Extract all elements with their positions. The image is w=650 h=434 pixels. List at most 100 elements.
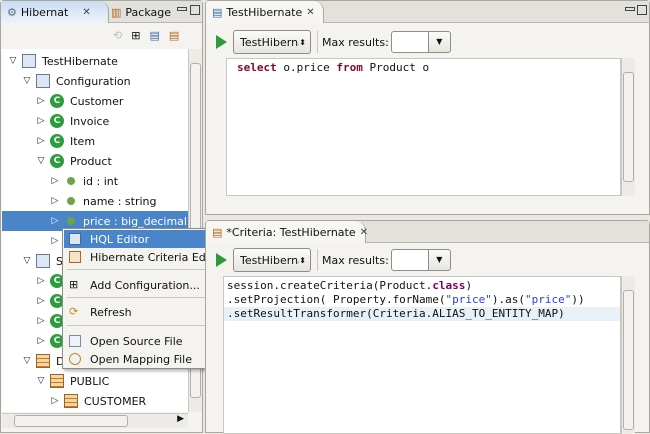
tree-item[interactable]: ▷ C Customer (2, 91, 188, 111)
collapsed-arrow-icon[interactable]: ▷ (50, 176, 60, 186)
hql-editor-panel: ▤ TestHibernate ✕ TestHibernate⬍ Max res… (205, 0, 650, 215)
tree-item-label: Configuration (56, 74, 131, 88)
tree-item[interactable]: ▽ PUBLIC (2, 371, 188, 391)
max-results-label: Max results: (322, 253, 389, 267)
menu-item-hql-editor[interactable]: HQL Editor (64, 230, 208, 248)
max-results-dropdown[interactable]: ▼ (428, 31, 451, 53)
mapping-file-icon (69, 353, 81, 365)
tree-item-label: name : string (83, 194, 157, 208)
collapsed-arrow-icon[interactable]: ▷ (50, 196, 60, 206)
collapsed-arrow-icon[interactable]: ▷ (50, 396, 60, 406)
tree-item[interactable]: ▷ C Item (2, 131, 188, 151)
menu-separator (67, 269, 205, 270)
tab-hql-editor[interactable]: ▤ TestHibernate ✕ (206, 1, 324, 23)
project-config-icon (22, 54, 36, 68)
scroll-right-arrow[interactable]: ▶ (177, 414, 184, 424)
criteria-vertical-scrollbar[interactable] (621, 276, 635, 434)
tree-item-label: price : big_decimal (83, 214, 187, 228)
close-icon[interactable]: ✕ (306, 7, 314, 18)
maximize-button[interactable] (637, 5, 647, 15)
view-tab-bar: ⚙ Hibernat ✕ ▥ Package (1, 1, 202, 23)
expanded-arrow-icon[interactable]: ▽ (36, 156, 46, 166)
code-line: session.createCriteria(Product.class) (227, 279, 473, 292)
criteria-editor-icon[interactable]: ▤ (169, 29, 179, 42)
criteria-editor-icon (69, 251, 81, 263)
spinner-icon: ⬍ (299, 37, 306, 47)
expanded-arrow-icon[interactable]: ▽ (22, 76, 32, 86)
add-icon: ⊞ (69, 278, 79, 291)
tree-item[interactable]: ▷ CUSTOMER (2, 391, 188, 411)
tree-item-label: CUSTOMER (84, 394, 147, 408)
hscroll-thumb[interactable] (14, 415, 128, 427)
run-icon[interactable] (216, 35, 227, 49)
collapsed-arrow-icon[interactable]: ▷ (36, 96, 46, 106)
collapsed-arrow-icon[interactable]: ▷ (50, 236, 60, 246)
collapsed-arrow-icon[interactable]: ▷ (36, 296, 46, 306)
hql-toolbar: TestHibernate⬍ Max results: ▼ (216, 30, 451, 54)
view-toolbar: ⟲ ⊞ ▤ ▤ (113, 29, 179, 42)
tree-item-label: Invoice (70, 114, 110, 128)
menu-item-open-mapping-file[interactable]: Open Mapping File (64, 350, 208, 368)
hql-text-editor[interactable]: select o.price from Product o (226, 58, 621, 196)
collapsed-arrow-icon[interactable]: ▷ (36, 276, 46, 286)
max-results-input[interactable] (390, 249, 429, 271)
configuration-select[interactable]: TestHibernate⬍ (233, 248, 311, 272)
link-icon[interactable]: ⟲ (113, 29, 122, 42)
tab-package[interactable]: ▥ Package (105, 1, 177, 23)
hql-vertical-scrollbar[interactable] (621, 58, 635, 196)
criteria-toolbar: TestHibernate⬍ Max results: ▼ (216, 248, 451, 272)
tree-item-label: PUBLIC (70, 374, 110, 388)
expanded-arrow-icon[interactable]: ▽ (22, 356, 32, 366)
max-results-dropdown[interactable]: ▼ (428, 249, 451, 271)
tree-item[interactable]: ▷ id : int (2, 171, 188, 191)
collapsed-arrow-icon[interactable]: ▷ (36, 316, 46, 326)
max-results-label: Max results: (322, 35, 389, 49)
code-line: .setResultTransformer(Criteria.ALIAS_TO_… (224, 307, 620, 321)
expanded-arrow-icon[interactable]: ▽ (8, 56, 18, 66)
menu-item-open-source-file[interactable]: Open Source File (64, 332, 208, 350)
spinner-icon: ⬍ (299, 255, 306, 265)
editor-tab-bar: ▤ TestHibernate ✕ (206, 1, 649, 23)
tree-item[interactable]: ▷ name : string (2, 191, 188, 211)
run-icon[interactable] (216, 253, 227, 267)
max-results-input[interactable] (390, 31, 429, 53)
collapsed-arrow-icon[interactable]: ▷ (50, 216, 60, 226)
criteria-editor-panel: ▤ *Criteria: TestHibernate ✕ TestHiberna… (205, 220, 650, 434)
maximize-button[interactable] (190, 5, 200, 15)
minimize-button[interactable] (177, 7, 187, 11)
collapse-all-icon[interactable]: ⊞ (131, 29, 140, 42)
tree-item[interactable]: ▽ Configuration (2, 71, 188, 91)
configuration-select[interactable]: TestHibernate⬍ (233, 30, 311, 54)
hql-editor-icon: ▤ (212, 5, 223, 19)
collapsed-arrow-icon[interactable]: ▷ (36, 336, 46, 346)
close-icon[interactable]: ✕ (82, 7, 90, 18)
menu-item-criteria-editor[interactable]: Hibernate Criteria Editor (64, 248, 224, 266)
tree-horizontal-scrollbar[interactable]: ▶ (2, 413, 188, 428)
hql-editor-icon[interactable]: ▤ (149, 29, 159, 42)
class-icon: C (50, 114, 64, 128)
menu-item-add-configuration[interactable]: ⊞ Add Configuration... (64, 276, 208, 294)
class-icon: C (50, 154, 64, 168)
tree-item[interactable]: ▽ C Product (2, 151, 188, 171)
menu-item-refresh[interactable]: ⟳ Refresh (64, 303, 208, 321)
property-icon (67, 217, 75, 225)
minimize-button[interactable] (625, 7, 635, 11)
expanded-arrow-icon[interactable]: ▽ (36, 376, 46, 386)
tree-item[interactable]: ▷ C Invoice (2, 111, 188, 131)
tree-item-label: Product (70, 154, 112, 168)
criteria-text-editor[interactable]: session.createCriteria(Product.class) .s… (223, 276, 621, 434)
collapsed-arrow-icon[interactable]: ▷ (36, 116, 46, 126)
java-file-icon (69, 335, 81, 347)
tab-criteria-editor[interactable]: ▤ *Criteria: TestHibernate ✕ (206, 221, 368, 243)
tree-item-label: Customer (70, 94, 124, 108)
close-icon[interactable]: ✕ (360, 227, 368, 238)
hql-editor-icon (69, 233, 81, 245)
tree-item-label: id : int (83, 174, 119, 188)
scroll-thumb[interactable] (623, 290, 634, 430)
tree-item[interactable]: ▽ TestHibernate (2, 51, 188, 71)
collapsed-arrow-icon[interactable]: ▷ (36, 136, 46, 146)
expanded-arrow-icon[interactable]: ▽ (22, 256, 32, 266)
scroll-thumb[interactable] (623, 72, 634, 182)
tab-hibernate[interactable]: ⚙ Hibernat ✕ (1, 1, 109, 23)
id-property-icon (67, 177, 75, 185)
